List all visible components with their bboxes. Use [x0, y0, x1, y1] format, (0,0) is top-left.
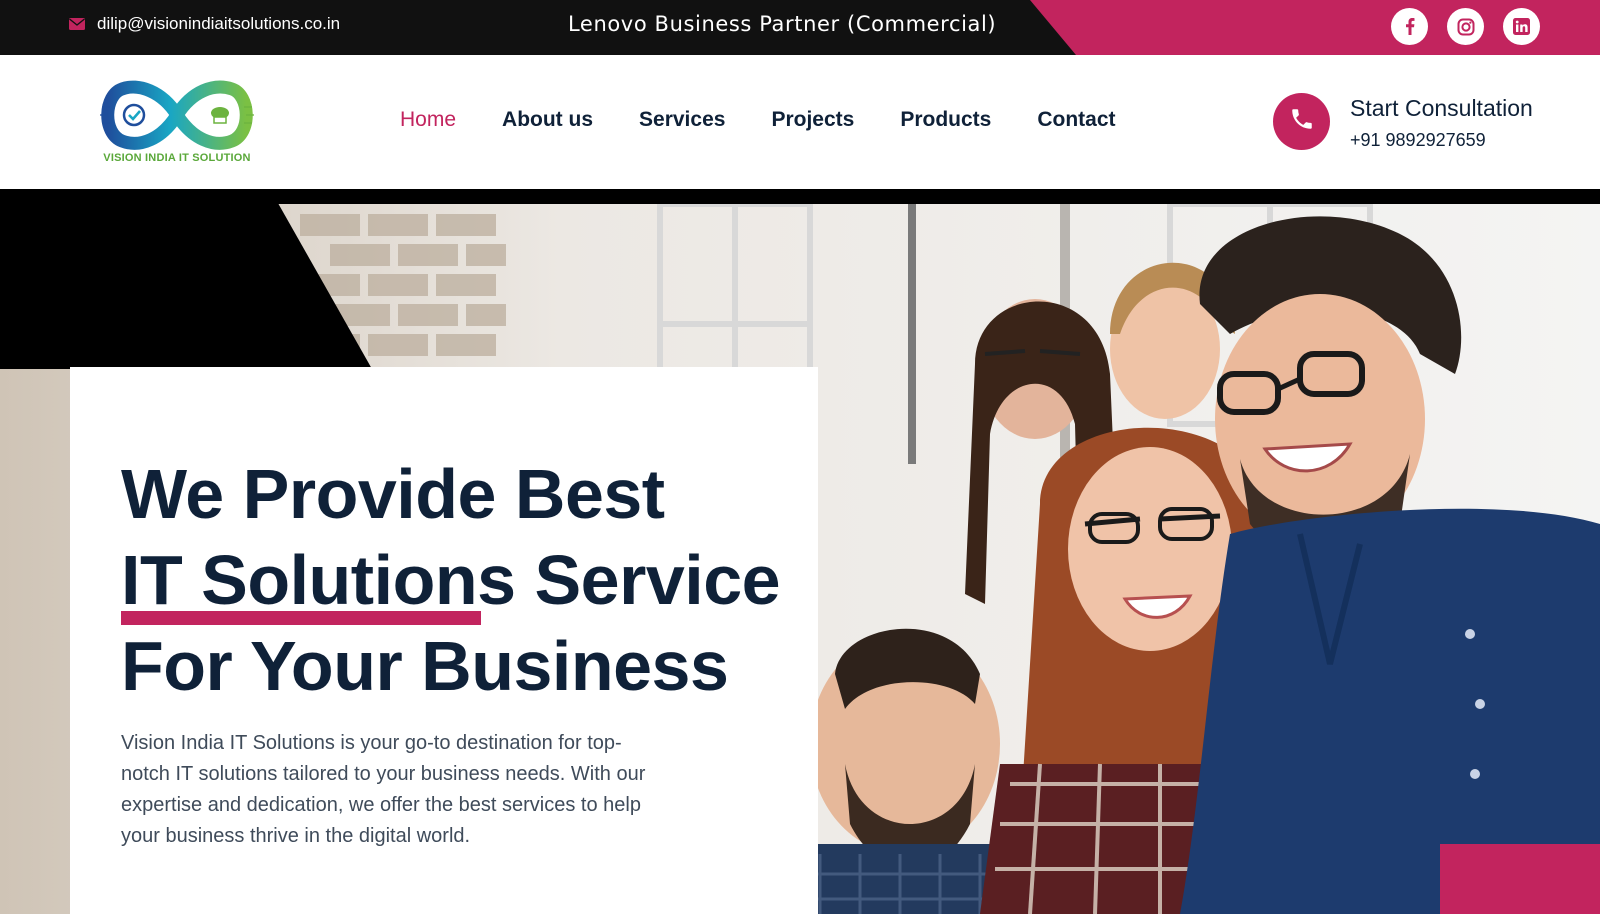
hero-content-card: We Provide Best IT Solutions Service For…	[70, 367, 818, 914]
partner-text: Lenovo Business Partner (Commercial)	[568, 12, 997, 36]
email-text: dilip@visionindiaitsolutions.co.in	[97, 14, 341, 33]
consultation-title[interactable]: Start Consultation	[1350, 95, 1533, 122]
hero-description: Vision India IT Solutions is your go-to …	[121, 732, 646, 847]
top-bar: dilip@visionindiaitsolutions.co.in Lenov…	[0, 0, 1600, 55]
instagram-link[interactable]	[1447, 8, 1484, 45]
nav-item-about-us[interactable]: About us	[502, 108, 593, 132]
hero-section: We Provide Best IT Solutions Service For…	[0, 189, 1600, 914]
infinity-logo-icon	[100, 80, 254, 150]
nav-item-home[interactable]: Home	[400, 108, 456, 132]
headline-line-3: For Your Business	[121, 627, 729, 705]
nav-item-contact[interactable]: Contact	[1037, 108, 1115, 132]
envelope-icon	[69, 18, 85, 30]
consultation-phone[interactable]: +91 9892927659	[1350, 130, 1486, 151]
headline-line-1: We Provide Best	[121, 455, 665, 533]
linkedin-link[interactable]	[1503, 8, 1540, 45]
headline-highlight: IT Solutions	[121, 541, 516, 619]
logo-text: VISION INDIA IT SOLUTION	[103, 152, 251, 164]
headline-line-2-rest: Service	[515, 541, 781, 619]
nav-item-projects[interactable]: Projects	[771, 108, 854, 132]
headline-line-2: IT Solutions Service	[121, 537, 801, 623]
consultation-call-button[interactable]	[1273, 93, 1330, 150]
facebook-icon	[1405, 18, 1415, 35]
main-nav: Home About us Services Projects Products…	[400, 108, 1162, 132]
nav-item-products[interactable]: Products	[900, 108, 991, 132]
contact-email[interactable]: dilip@visionindiaitsolutions.co.in	[69, 14, 340, 34]
hero-headline: We Provide Best IT Solutions Service For…	[121, 451, 801, 709]
phone-icon	[1289, 106, 1315, 137]
facebook-link[interactable]	[1391, 8, 1428, 45]
site-header: VISION INDIA IT SOLUTION Home About us S…	[0, 55, 1600, 189]
nav-item-services[interactable]: Services	[639, 108, 725, 132]
linkedin-icon	[1513, 18, 1530, 35]
instagram-icon	[1457, 18, 1475, 36]
site-logo[interactable]: VISION INDIA IT SOLUTION	[96, 77, 258, 169]
